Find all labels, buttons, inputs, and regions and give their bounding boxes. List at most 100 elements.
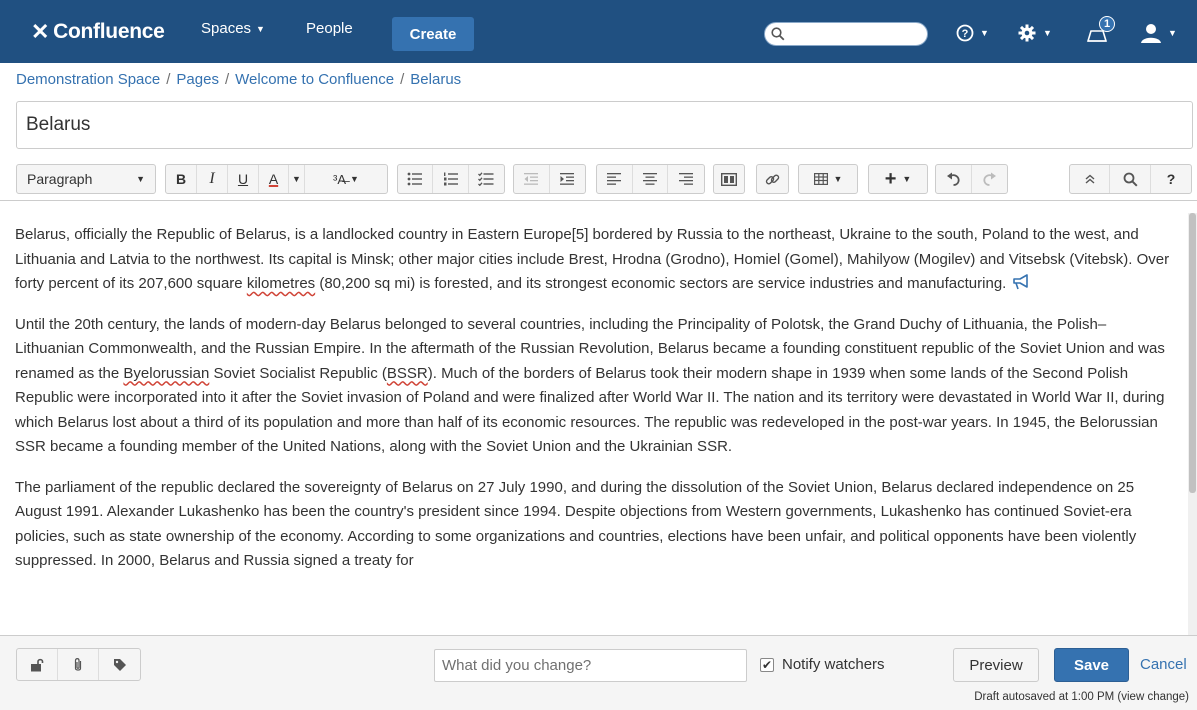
confluence-logo[interactable]: ✕ Confluence bbox=[31, 14, 165, 50]
restrictions-button[interactable] bbox=[17, 649, 58, 680]
page-title-input[interactable]: Belarus bbox=[16, 101, 1193, 149]
align-right-button[interactable] bbox=[668, 165, 704, 193]
keyboard-help-button[interactable]: ? bbox=[1151, 165, 1191, 193]
outdent-icon bbox=[524, 173, 539, 185]
misspelled-word: Byelorussian bbox=[123, 364, 210, 382]
find-replace-button[interactable] bbox=[1110, 165, 1151, 193]
text-color-button[interactable]: A bbox=[259, 165, 289, 193]
content-scrollbar[interactable] bbox=[1188, 213, 1197, 635]
align-center-icon bbox=[643, 173, 657, 185]
insert-table-button[interactable]: ▼ bbox=[799, 165, 857, 193]
editor-toolbar: Paragraph ▼ B I U A ▼ ³A̶ ▼ ▼ + ▼ ? bbox=[0, 157, 1197, 201]
paragraph-style-select[interactable]: Paragraph ▼ bbox=[17, 165, 155, 193]
spaces-menu[interactable]: Spaces ▼ bbox=[201, 20, 265, 37]
people-link[interactable]: People bbox=[306, 20, 353, 37]
confluence-x-icon: ✕ bbox=[31, 19, 50, 44]
caret-down-icon: ▼ bbox=[350, 174, 359, 184]
search-input[interactable] bbox=[764, 22, 928, 46]
list-group bbox=[397, 164, 505, 194]
breadcrumb-parent-page[interactable]: Welcome to Confluence bbox=[235, 71, 394, 88]
question-mark-icon: ? bbox=[1166, 171, 1176, 187]
change-comment-input[interactable] bbox=[434, 649, 747, 682]
italic-icon: I bbox=[209, 170, 215, 187]
notifications-button[interactable]: 1 bbox=[1086, 16, 1115, 49]
settings-menu[interactable]: ▼ bbox=[1017, 17, 1052, 49]
labels-button[interactable] bbox=[99, 649, 140, 680]
indent-button[interactable] bbox=[550, 165, 586, 193]
caret-down-icon: ▼ bbox=[292, 174, 301, 184]
notify-watchers-checkbox[interactable]: ✔ bbox=[760, 657, 774, 672]
caret-down-icon: ▼ bbox=[1168, 28, 1177, 38]
bold-icon: B bbox=[175, 171, 187, 187]
task-list-button[interactable] bbox=[469, 165, 504, 193]
caret-down-icon: ▼ bbox=[256, 23, 265, 34]
paragraph-1: Belarus, officially the Republic of Bela… bbox=[15, 223, 1173, 297]
notify-watchers-label: Notify watchers bbox=[782, 656, 885, 673]
breadcrumb-space[interactable]: Demonstration Space bbox=[16, 71, 160, 88]
underline-icon: U bbox=[237, 171, 249, 187]
notify-watchers-option[interactable]: ✔ Notify watchers bbox=[760, 656, 885, 673]
text-color-dropdown[interactable]: ▼ bbox=[289, 165, 305, 193]
page-layout-icon bbox=[721, 172, 737, 186]
create-label: Create bbox=[409, 25, 457, 43]
preview-label: Preview bbox=[969, 656, 1023, 674]
logo-text: Confluence bbox=[53, 20, 165, 43]
numbered-list-button[interactable] bbox=[433, 165, 469, 193]
breadcrumb-pages[interactable]: Pages bbox=[176, 71, 219, 88]
editor-content[interactable]: Belarus, officially the Republic of Bela… bbox=[0, 213, 1188, 635]
breadcrumb-current-page[interactable]: Belarus bbox=[410, 71, 461, 88]
outdent-button[interactable] bbox=[514, 165, 550, 193]
undo-button[interactable] bbox=[936, 165, 972, 193]
text-color-icon: A bbox=[268, 171, 279, 187]
paragraph-style-dropdown[interactable]: Paragraph ▼ bbox=[16, 164, 156, 194]
history-group bbox=[935, 164, 1008, 194]
table-group: ▼ bbox=[798, 164, 858, 194]
redo-button[interactable] bbox=[972, 165, 1008, 193]
more-formatting-icon: ³A̶ bbox=[333, 171, 347, 187]
alignment-group bbox=[596, 164, 705, 194]
scrollbar-thumb[interactable] bbox=[1189, 213, 1196, 493]
insert-more-button[interactable]: + ▼ bbox=[869, 165, 927, 193]
italic-button[interactable]: I bbox=[197, 165, 228, 193]
layout-group bbox=[713, 164, 745, 194]
insert-group: + ▼ bbox=[868, 164, 928, 194]
bold-button[interactable]: B bbox=[166, 165, 197, 193]
attachments-button[interactable] bbox=[58, 649, 99, 680]
plus-icon: + bbox=[884, 168, 897, 190]
editor-tools-group: ? bbox=[1069, 164, 1192, 194]
top-navigation-bar: ✕ Confluence Spaces ▼ People Create ? ▼ bbox=[0, 0, 1197, 63]
autosave-status: Draft autosaved at 1:00 PM (view change) bbox=[974, 691, 1189, 703]
page-options-group bbox=[16, 648, 141, 681]
preview-button[interactable]: Preview bbox=[953, 648, 1039, 682]
breadcrumb-separator: / bbox=[224, 71, 230, 88]
create-button[interactable]: Create bbox=[392, 17, 474, 51]
bullet-list-button[interactable] bbox=[398, 165, 434, 193]
help-menu[interactable]: ? ▼ bbox=[956, 17, 989, 49]
feedback-megaphone-icon[interactable] bbox=[1011, 274, 1031, 290]
task-list-icon bbox=[478, 172, 494, 186]
align-right-icon bbox=[679, 173, 694, 185]
breadcrumb-separator: / bbox=[400, 71, 405, 88]
caret-down-icon: ▼ bbox=[136, 174, 145, 184]
double-chevron-up-icon bbox=[1085, 174, 1094, 184]
save-button[interactable]: Save bbox=[1054, 648, 1129, 682]
more-formatting-button[interactable]: ³A̶ ▼ bbox=[305, 165, 387, 193]
paragraph-3: The parliament of the republic declared … bbox=[15, 478, 1137, 570]
collapse-toolbar-button[interactable] bbox=[1070, 165, 1110, 193]
align-left-button[interactable] bbox=[597, 165, 633, 193]
underline-button[interactable]: U bbox=[228, 165, 259, 193]
svg-text:?: ? bbox=[962, 28, 969, 40]
editor-footer: ✔ Notify watchers Preview Save Cancel Dr… bbox=[0, 635, 1197, 710]
page-layout-button[interactable] bbox=[714, 165, 744, 193]
align-center-button[interactable] bbox=[633, 165, 669, 193]
caret-down-icon: ▼ bbox=[833, 174, 843, 184]
avatar-icon bbox=[1141, 24, 1161, 43]
cancel-link[interactable]: Cancel bbox=[1140, 656, 1187, 673]
insert-link-button[interactable] bbox=[757, 165, 788, 193]
user-menu[interactable]: ▼ bbox=[1140, 17, 1177, 49]
people-label: People bbox=[306, 20, 353, 37]
bullet-list-icon bbox=[407, 172, 423, 186]
numbered-list-icon bbox=[443, 172, 458, 186]
redo-icon bbox=[983, 172, 996, 186]
caret-down-icon: ▼ bbox=[1043, 28, 1052, 38]
